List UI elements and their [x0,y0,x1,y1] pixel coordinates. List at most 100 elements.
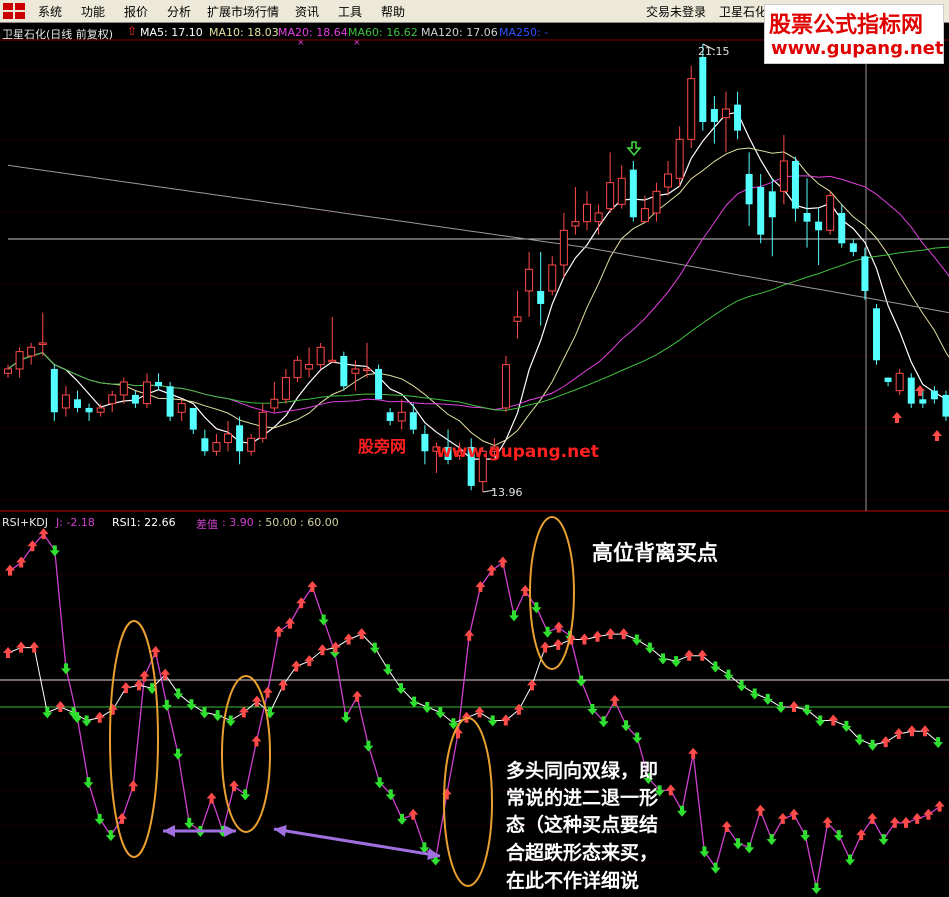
j-up-arrow-icon [688,747,699,759]
annotation-line-1: 多头同向双绿，即 [506,760,659,782]
candle-body [4,368,12,374]
candle-body [362,368,371,371]
sell-arrow-icon [892,412,902,423]
annotation-line-2: 常说的进二退一形 [506,787,659,809]
rsi-down-arrow-icon [775,702,786,713]
rsi-down-arrow-icon [867,739,878,751]
candle-body [375,368,383,400]
rsi-up-arrow-icon [684,649,695,661]
j-up-arrow-icon [934,800,945,812]
rsi-up-arrow-icon [579,633,590,645]
rsi-up-arrow-icon [304,655,315,667]
candle-body [757,186,765,235]
j-up-arrow-icon [5,564,15,576]
candle-body [815,221,823,231]
j-down-arrow-icon [766,834,777,846]
candle-body [201,438,209,452]
double-arrow-line [273,827,441,858]
candle-body [305,364,314,370]
candlesticks [4,44,949,492]
j-up-arrow-icon [721,820,732,832]
candle-body [27,346,36,357]
j-up-arrow-icon [408,808,419,820]
candle-body [316,346,325,366]
watermark-cn: 股票公式指标网 [769,13,924,38]
annotation-line-5: 在此不作详细说 [506,870,640,892]
candle-body [386,412,394,421]
rsi-down-arrow-icon [723,669,734,681]
candle-body [699,56,707,122]
rsi-up-arrow-icon [120,682,131,694]
candle-body [884,377,892,382]
candle-body [721,108,730,119]
buy-signal-arrow-icon [626,141,642,157]
rsi-up-arrow-icon [107,703,118,715]
rsi-up-arrow-icon [553,638,564,650]
candle-body [501,364,510,409]
j-up-arrow-icon [923,808,934,820]
candle-body [606,182,615,210]
candle-body [861,256,869,291]
rsi-up-arrow-icon [893,728,904,739]
j-down-arrow-icon [845,854,855,866]
j-down-arrow-icon [710,862,721,874]
rsi-up-arrow-icon [474,706,485,718]
rsi-up-arrow-icon [906,725,917,737]
rsi-up-arrow-icon [618,628,629,640]
rsi-up-arrow-icon [238,706,249,718]
candle-body [409,412,417,430]
ma20-line [7,175,949,414]
candle-body [791,160,799,209]
candle-body [873,308,880,361]
candle-body [247,437,256,452]
candle-body [675,138,684,179]
candle-body [640,208,649,223]
j-down-arrow-icon [542,626,553,638]
j-up-arrow-icon [251,735,262,747]
j-down-arrow-icon [363,740,374,752]
rsi-up-arrow-icon [880,736,891,748]
rsi-up-arrow-icon [592,630,603,642]
candle-body [559,229,568,266]
j-up-arrow-icon [206,792,217,804]
j-line [9,533,940,889]
rsi-up-arrow-icon [55,701,66,712]
candle-body [281,377,290,400]
candle-body [189,407,197,430]
candle-body [155,381,163,387]
j-up-arrow-icon [912,812,923,824]
j-up-arrow-icon [497,556,508,568]
candle-body [421,433,429,452]
rsi-up-arrow-icon [343,633,354,645]
j-down-arrow-icon [800,830,811,842]
j-down-arrow-icon [83,777,94,789]
j-down-arrow-icon [61,663,71,675]
candle-body [166,386,174,417]
j-down-arrow-icon [744,842,755,854]
candle-body [258,411,267,439]
candle-body [826,195,835,231]
rsi-down-arrow-icon [81,715,92,727]
j-up-arrow-icon [464,629,475,641]
j-up-arrow-icon [867,812,878,824]
rsi-up-arrow-icon [29,641,40,653]
rsi-down-arrow-icon [762,693,773,705]
rsi-line [7,633,939,746]
moving-averages [7,111,949,460]
candle-body [734,104,742,131]
highlight-ellipse [221,675,271,833]
rsi-up-arrow-icon [789,701,799,712]
rsi-kdj-panel [3,528,945,894]
j-up-arrow-icon [150,646,161,658]
candle-body [930,390,938,400]
highlight-ellipse [443,717,493,887]
double-arrow-head-icon [274,825,287,837]
overlay-watermark-url: www.gupang.net [436,442,599,462]
j-up-arrow-icon [901,816,911,828]
j-down-arrow-icon [397,813,407,825]
rsi-down-arrow-icon [802,704,813,716]
candle-body [942,394,949,417]
rsi-down-arrow-icon [225,715,236,727]
candle-body [50,368,58,413]
candle-body [583,203,591,223]
